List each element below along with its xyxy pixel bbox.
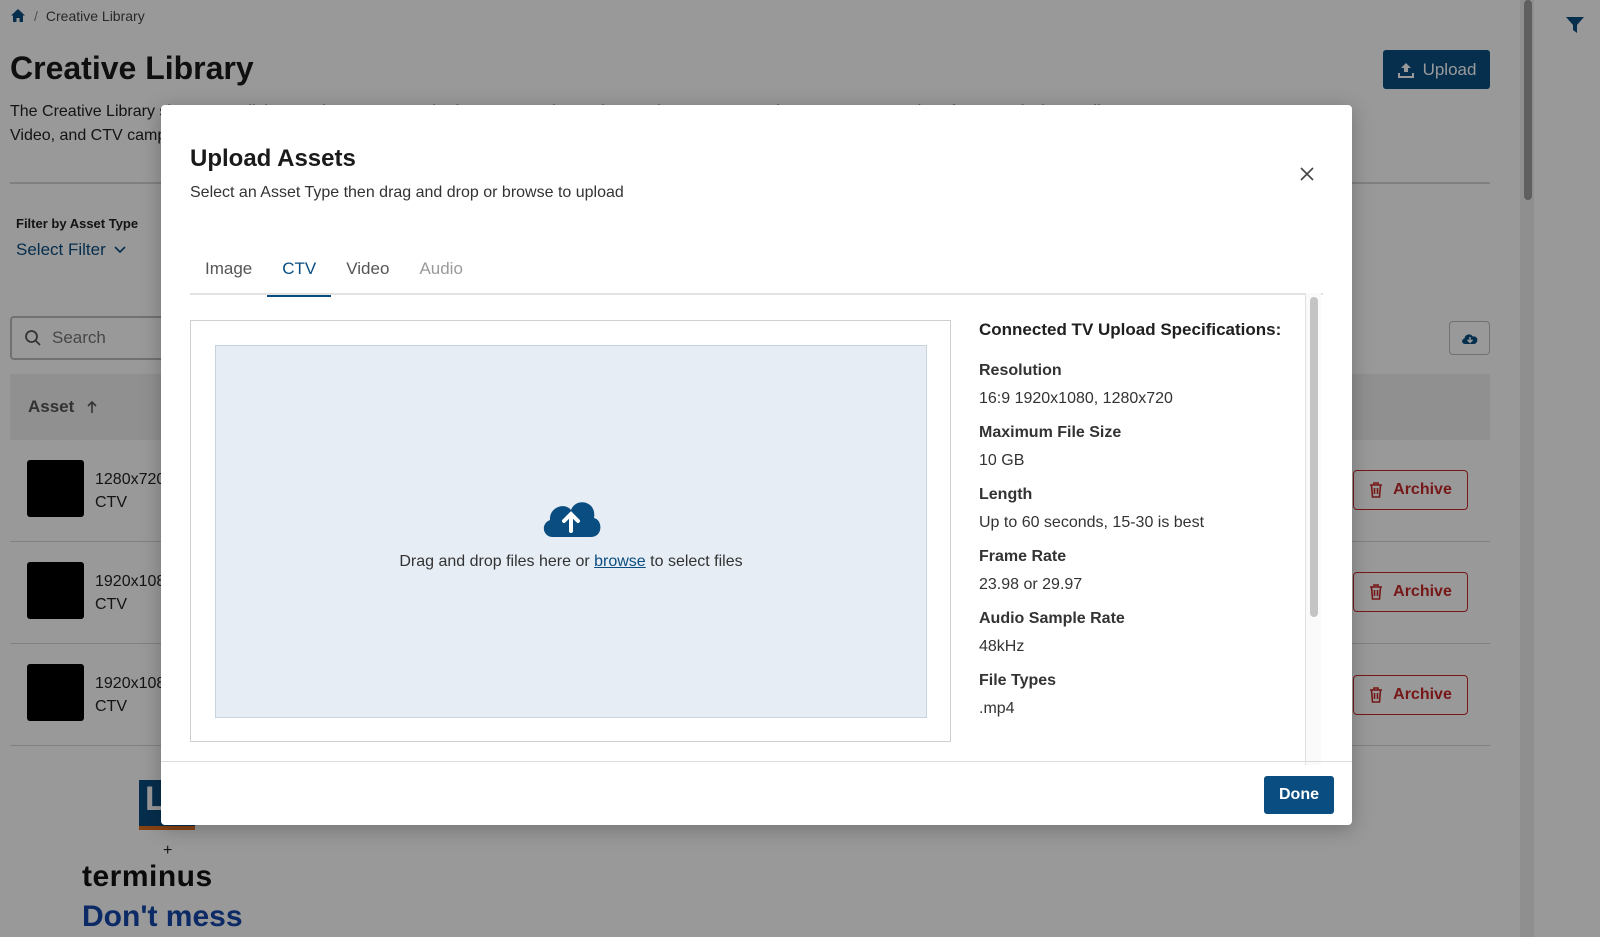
spec-length: Length Up to 60 seconds, 15-30 is best — [979, 486, 1299, 532]
spec-label: Frame Rate — [979, 548, 1067, 565]
asset-type-tabs: Image CTV Video Audio — [190, 243, 1323, 297]
spec-value: 16:9 1920x1080, 1280x720 — [979, 390, 1173, 407]
dropzone-text-before: Drag and drop files here or — [399, 552, 595, 570]
spec-label: Length — [979, 486, 1033, 503]
tab-image[interactable]: Image — [190, 243, 267, 295]
spec-value: 10 GB — [979, 452, 1025, 469]
browse-link[interactable]: browse — [594, 553, 646, 570]
tab-ctv[interactable]: CTV — [267, 243, 332, 297]
modal-title: Upload Assets — [190, 145, 356, 172]
file-dropzone[interactable]: Drag and drop files here or browse to se… — [215, 345, 927, 718]
spec-value: Up to 60 seconds, 15-30 is best — [979, 514, 1205, 531]
close-icon — [1300, 167, 1314, 181]
dropzone-text: Drag and drop files here or browse to se… — [399, 553, 742, 571]
spec-label: File Types — [979, 672, 1057, 689]
modal-scrollbar-thumb[interactable] — [1310, 297, 1318, 617]
close-button[interactable] — [1295, 162, 1319, 186]
specs-heading: Connected TV Upload Specifications: — [979, 320, 1282, 339]
spec-value: .mp4 — [979, 700, 1015, 717]
spec-max-file-size: Maximum File Size 10 GB — [979, 424, 1299, 470]
ctv-specifications: Connected TV Upload Specifications: Reso… — [979, 320, 1299, 734]
spec-resolution: Resolution 16:9 1920x1080, 1280x720 — [979, 362, 1299, 408]
spec-value: 23.98 or 29.97 — [979, 576, 1083, 593]
tab-audio: Audio — [419, 259, 463, 278]
dropzone-text-after: to select files — [645, 552, 743, 570]
dropzone-container: Drag and drop files here or browse to se… — [190, 320, 951, 742]
done-button[interactable]: Done — [1264, 776, 1334, 814]
spec-label: Maximum File Size — [979, 424, 1122, 441]
modal-subtitle: Select an Asset Type then drag and drop … — [190, 184, 624, 201]
spec-label: Audio Sample Rate — [979, 610, 1125, 627]
spec-value: 48kHz — [979, 638, 1025, 655]
modal-body: Drag and drop files here or browse to se… — [190, 295, 1323, 765]
spec-audio-sample-rate: Audio Sample Rate 48kHz — [979, 610, 1299, 656]
spec-file-types: File Types .mp4 — [979, 672, 1299, 718]
upload-assets-modal: Upload Assets Select an Asset Type then … — [161, 105, 1352, 825]
spec-label: Resolution — [979, 362, 1062, 379]
cloud-upload-icon — [543, 501, 601, 537]
tab-video[interactable]: Video — [331, 243, 404, 295]
modal-footer: Done — [161, 761, 1352, 825]
spec-frame-rate: Frame Rate 23.98 or 29.97 — [979, 548, 1299, 594]
